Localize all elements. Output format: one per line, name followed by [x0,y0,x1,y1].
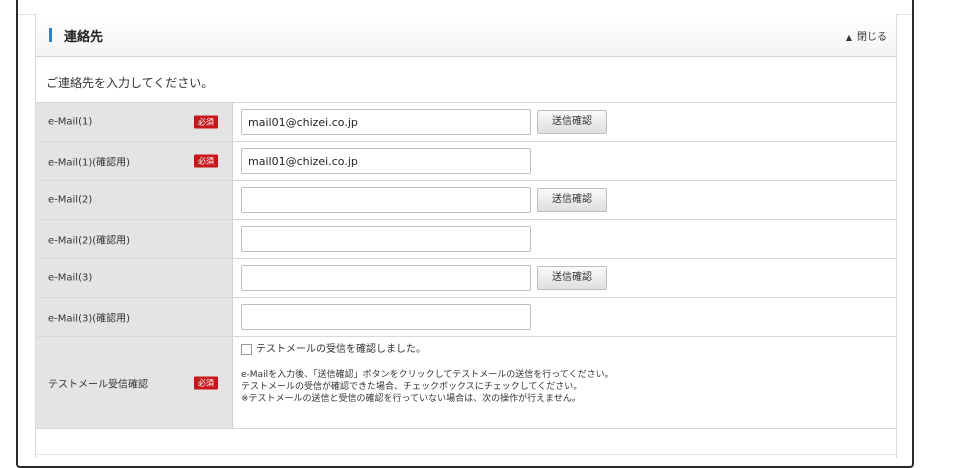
intro-text: ご連絡先を入力してください。 [46,76,214,90]
email1-confirm-input[interactable] [241,148,531,174]
send-confirm-button-1[interactable]: 送信確認 [537,110,607,134]
label-cell: e-Mail(3) [36,259,233,297]
section-header: 連絡先 ▲ 閉じる [36,14,896,57]
label-cell: e-Mail(1) 必須 [36,103,233,141]
field-label: e-Mail(1)(確認用) [48,157,131,169]
label-cell: テストメール受信確認 必須 [36,337,233,428]
required-badge: 必須 [194,376,218,389]
send-confirm-button-3[interactable]: 送信確認 [537,266,607,290]
previous-section-edge [18,0,912,15]
email3-confirm-input[interactable] [241,304,531,330]
note-line: ※テストメールの送信と受信の確認を行っていない場合は、次の操作が行えません。 [241,394,581,404]
close-label: 閉じる [857,32,887,43]
contact-section: 連絡先 ▲ 閉じる ご連絡先を入力してください。 e-Mail(1) 必須 送信確… [35,14,897,458]
note-line: e-Mailを入力後、「送信確認」ボタンをクリックしてテストメールの送信を行って… [241,370,614,380]
label-cell: e-Mail(3)(確認用) [36,298,233,336]
form-row-email3-confirm: e-Mail(3)(確認用) [36,298,896,337]
test-mail-confirm-area: テストメールの受信を確認しました。 e-Mailを入力後、「送信確認」ボタンをク… [241,343,881,405]
form-row-email1: e-Mail(1) 必須 送信確認 [36,103,896,142]
note-line: テストメールの受信が確認できた場合、チェックボックスにチェックしてください。 [241,382,583,392]
required-badge: 必須 [194,115,218,129]
field-label: テストメール受信確認 [48,379,148,390]
email2-confirm-input[interactable] [241,226,531,252]
required-badge: 必須 [194,154,218,168]
next-section-divider [36,454,896,455]
form-row-email2: e-Mail(2) 送信確認 [36,181,896,220]
section-title: 連絡先 [64,30,104,45]
test-mail-checkbox[interactable] [241,343,252,355]
checkbox-label[interactable]: テストメールの受信を確認しました。 [256,344,426,355]
field-label: e-Mail(3) [48,272,93,284]
close-section-button[interactable]: ▲ 閉じる [846,28,887,43]
field-label: e-Mail(3)(確認用) [48,313,131,325]
checkbox-line: テストメールの受信を確認しました。 [241,343,881,357]
form-row-email1-confirm: e-Mail(1)(確認用) 必須 [36,142,896,181]
contact-form-table: e-Mail(1) 必須 送信確認 e-Mail(1)(確認用) 必須 e-Ma… [36,102,896,429]
email1-input[interactable] [241,109,531,135]
title-accent-bar [49,28,52,42]
instruction-notes: e-Mailを入力後、「送信確認」ボタンをクリックしてテストメールの送信を行って… [241,369,881,405]
field-label: e-Mail(1) [48,116,93,128]
field-label: e-Mail(2)(確認用) [48,235,131,247]
form-row-test-mail: テストメール受信確認 必須 テストメールの受信を確認しました。 e-Mailを入… [36,337,896,429]
triangle-up-icon: ▲ [845,33,852,42]
label-cell: e-Mail(1)(確認用) 必須 [36,142,233,180]
label-cell: e-Mail(2)(確認用) [36,220,233,258]
send-confirm-button-2[interactable]: 送信確認 [537,188,607,212]
label-cell: e-Mail(2) [36,181,233,219]
email3-input[interactable] [241,265,531,291]
email2-input[interactable] [241,187,531,213]
field-label: e-Mail(2) [48,194,93,206]
form-row-email3: e-Mail(3) 送信確認 [36,259,896,298]
form-row-email2-confirm: e-Mail(2)(確認用) [36,220,896,259]
